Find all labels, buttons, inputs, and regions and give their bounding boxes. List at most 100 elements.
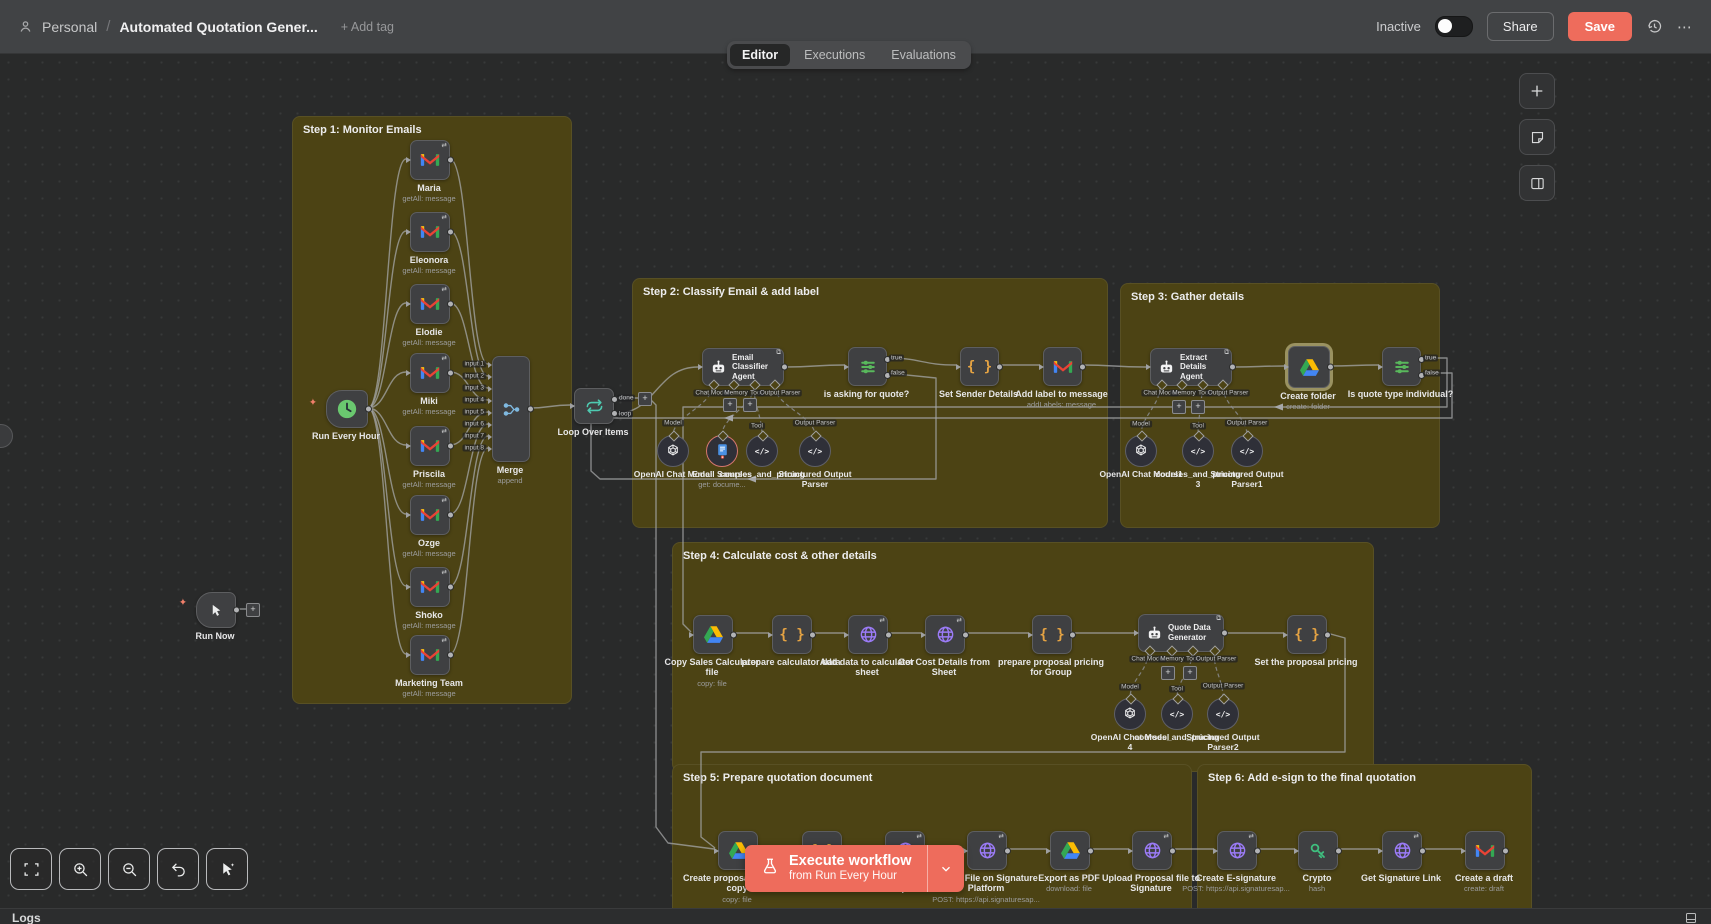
node-crypto[interactable]: Cryptohash	[1298, 831, 1336, 870]
node-quote-data-generator[interactable]: Quote Data Generator⧉	[1138, 614, 1224, 652]
tidy-up-button[interactable]	[206, 848, 248, 890]
node-maria[interactable]: ⇄MariagetAll: message	[410, 140, 448, 180]
share-button[interactable]: Share	[1487, 12, 1554, 41]
get-cost-details-from-sheet-output-port[interactable]	[962, 631, 969, 638]
extract-details-agent-output-port[interactable]	[1229, 364, 1236, 371]
add-node-on-connection-button[interactable]: +	[1191, 400, 1205, 414]
add-label-to-message-input-port[interactable]	[1039, 364, 1044, 370]
get-cost-details-from-sheet-input-port[interactable]	[921, 632, 926, 638]
copy-sales-calculator-file-output-port[interactable]	[730, 631, 737, 638]
more-options-button[interactable]: ⋯	[1677, 18, 1693, 36]
shoko-input-port[interactable]	[406, 584, 411, 590]
execute-workflow-main[interactable]: Execute workflow from Run Every Hour	[745, 845, 927, 892]
node-shoko[interactable]: ⇄ShokogetAll: message	[410, 567, 448, 607]
node-courses-and-pricing[interactable]: </>courses_and_pricing	[746, 435, 778, 467]
merge-output-port[interactable]	[527, 406, 534, 413]
node-create-folder[interactable]: Create foldercreate: folder	[1288, 346, 1328, 388]
extract-details-agent-input-port[interactable]	[1146, 364, 1151, 370]
node-add-data-to-calculator-sheet[interactable]: ⇄Add data to calculator sheet	[848, 615, 886, 654]
export-as-pdf-input-port[interactable]	[1046, 848, 1051, 854]
node-is-asking-for-quote[interactable]: is asking for quote?	[848, 347, 885, 386]
undo-button[interactable]	[157, 848, 199, 890]
create-folder-output-port[interactable]	[1327, 364, 1334, 371]
node-marketing-team[interactable]: ⇄Marketing TeamgetAll: message	[410, 635, 448, 675]
active-toggle[interactable]	[1435, 16, 1473, 37]
marketing-team-output-port[interactable]	[447, 652, 454, 659]
set-the-proposal-pricing-input-port[interactable]	[1283, 632, 1288, 638]
node-eleonora[interactable]: ⇄EleonoragetAll: message	[410, 212, 448, 252]
email-classifier-agent-output-port[interactable]	[781, 364, 788, 371]
quote-data-generator-input-port[interactable]	[1134, 630, 1139, 636]
node-structured-output-parser[interactable]: </>Structured Output Parser	[799, 435, 831, 467]
set-sender-details-output-port[interactable]	[996, 363, 1003, 370]
node-courses-and-pricing2[interactable]: </>courses_and_pricing	[1161, 698, 1193, 730]
shoko-output-port[interactable]	[447, 584, 454, 591]
create-folder-input-port[interactable]	[1284, 364, 1289, 370]
maria-output-port[interactable]	[447, 157, 454, 164]
merge-input-port[interactable]	[488, 410, 492, 416]
node-add-label-to-message[interactable]: Add label to messageaddLabels: message	[1043, 347, 1080, 386]
add-sticky-note-button[interactable]	[1519, 119, 1555, 155]
prepare-calculator-data-output-port[interactable]	[809, 631, 816, 638]
execute-options-chevron[interactable]	[927, 845, 964, 892]
merge-input-port[interactable]	[488, 446, 492, 452]
get-signature-link-input-port[interactable]	[1378, 848, 1383, 854]
is-asking-for-quote-input-port[interactable]	[844, 364, 849, 370]
node-elodie[interactable]: ⇄ElodiegetAll: message	[410, 284, 448, 324]
node-upload-proposal-file-to-signature[interactable]: ⇄Upload Proposal file to Signature	[1132, 831, 1170, 870]
node-prepare-proposal-pricing-for-group[interactable]: { }prepare proposal pricing for Group	[1032, 615, 1070, 654]
eleonora-input-port[interactable]	[406, 229, 411, 235]
merge-input-port[interactable]	[488, 386, 492, 392]
elodie-input-port[interactable]	[406, 301, 411, 307]
add-node-on-connection-button[interactable]: +	[1161, 666, 1175, 680]
upload-proposal-file-to-signature-input-port[interactable]	[1128, 848, 1133, 854]
create-e-signature-output-port[interactable]	[1254, 847, 1261, 854]
logs-bar[interactable]: Logs	[0, 908, 1711, 924]
add-node-on-connection-button[interactable]: +	[743, 398, 757, 412]
copy-sales-calculator-file-input-port[interactable]	[689, 632, 694, 638]
node-email-samples[interactable]: Email Samplesget: docume...	[706, 435, 738, 467]
add-node-on-connection-button[interactable]: +	[638, 392, 652, 406]
upload-proposal-file-to-signature-output-port[interactable]	[1169, 847, 1176, 854]
history-icon[interactable]	[1646, 18, 1663, 35]
node-get-cost-details-from-sheet[interactable]: ⇄Get Cost Details from Sheet	[925, 615, 963, 654]
set-the-proposal-pricing-output-port[interactable]	[1324, 631, 1331, 638]
marketing-team-input-port[interactable]	[406, 652, 411, 658]
add-tag-button[interactable]: + Add tag	[341, 20, 394, 34]
node-openai-chat-model[interactable]: OpenAI Chat Model	[657, 435, 689, 467]
save-button[interactable]: Save	[1568, 12, 1632, 41]
node-priscila[interactable]: ⇄PriscilagetAll: message	[410, 426, 448, 466]
node-is-quote-type-individual[interactable]: Is quote type individual?	[1382, 347, 1419, 386]
workflow-canvas[interactable]: Step 1: Monitor EmailsStep 2: Classify E…	[0, 54, 1711, 909]
is-quote-type-individual-input-port[interactable]	[1378, 364, 1383, 370]
node-courses-and-pricing3[interactable]: </>courses_and_pricing 3	[1182, 435, 1214, 467]
add-node-button[interactable]	[1519, 73, 1555, 109]
merge-input-port[interactable]	[488, 374, 492, 380]
merge-input-port[interactable]	[488, 422, 492, 428]
create-file-on-signature-platform-output-port[interactable]	[1004, 847, 1011, 854]
node-run-now[interactable]: Run Now	[196, 592, 234, 628]
node-openai-chat-model1[interactable]: OpenAI Chat Model1	[1125, 435, 1157, 467]
set-sender-details-input-port[interactable]	[956, 364, 961, 370]
priscila-output-port[interactable]	[447, 443, 454, 450]
prepare-calculator-data-input-port[interactable]	[768, 632, 773, 638]
node-structured-output-parser1[interactable]: </>Structured Output Parser1	[1231, 435, 1263, 467]
tab-executions[interactable]: Executions	[792, 44, 877, 66]
node-structured-output-parser2[interactable]: </>Structured Output Parser2	[1207, 698, 1239, 730]
node-merge[interactable]: Mergeappend	[492, 356, 528, 462]
node-miki[interactable]: ⇄MikigetAll: message	[410, 353, 448, 393]
create-e-signature-input-port[interactable]	[1213, 848, 1218, 854]
prepare-proposal-pricing-for-group-output-port[interactable]	[1069, 631, 1076, 638]
loop-over-items-input-port[interactable]	[570, 403, 575, 409]
add-node-on-connection-button[interactable]: +	[246, 603, 260, 617]
run-now-output-port[interactable]	[233, 607, 240, 614]
eleonora-output-port[interactable]	[447, 229, 454, 236]
miki-output-port[interactable]	[447, 370, 454, 377]
fit-view-button[interactable]	[10, 848, 52, 890]
add-node-on-connection-button[interactable]: +	[723, 398, 737, 412]
node-get-signature-link[interactable]: ⇄Get Signature Link	[1382, 831, 1420, 870]
node-export-as-pdf[interactable]: Export as PDFdownload: file	[1050, 831, 1088, 870]
add-label-to-message-output-port[interactable]	[1079, 363, 1086, 370]
node-ozge[interactable]: ⇄OzgegetAll: message	[410, 495, 448, 535]
node-create-e-signature[interactable]: ⇄Create E-signaturePOST: https://api.sig…	[1217, 831, 1255, 870]
